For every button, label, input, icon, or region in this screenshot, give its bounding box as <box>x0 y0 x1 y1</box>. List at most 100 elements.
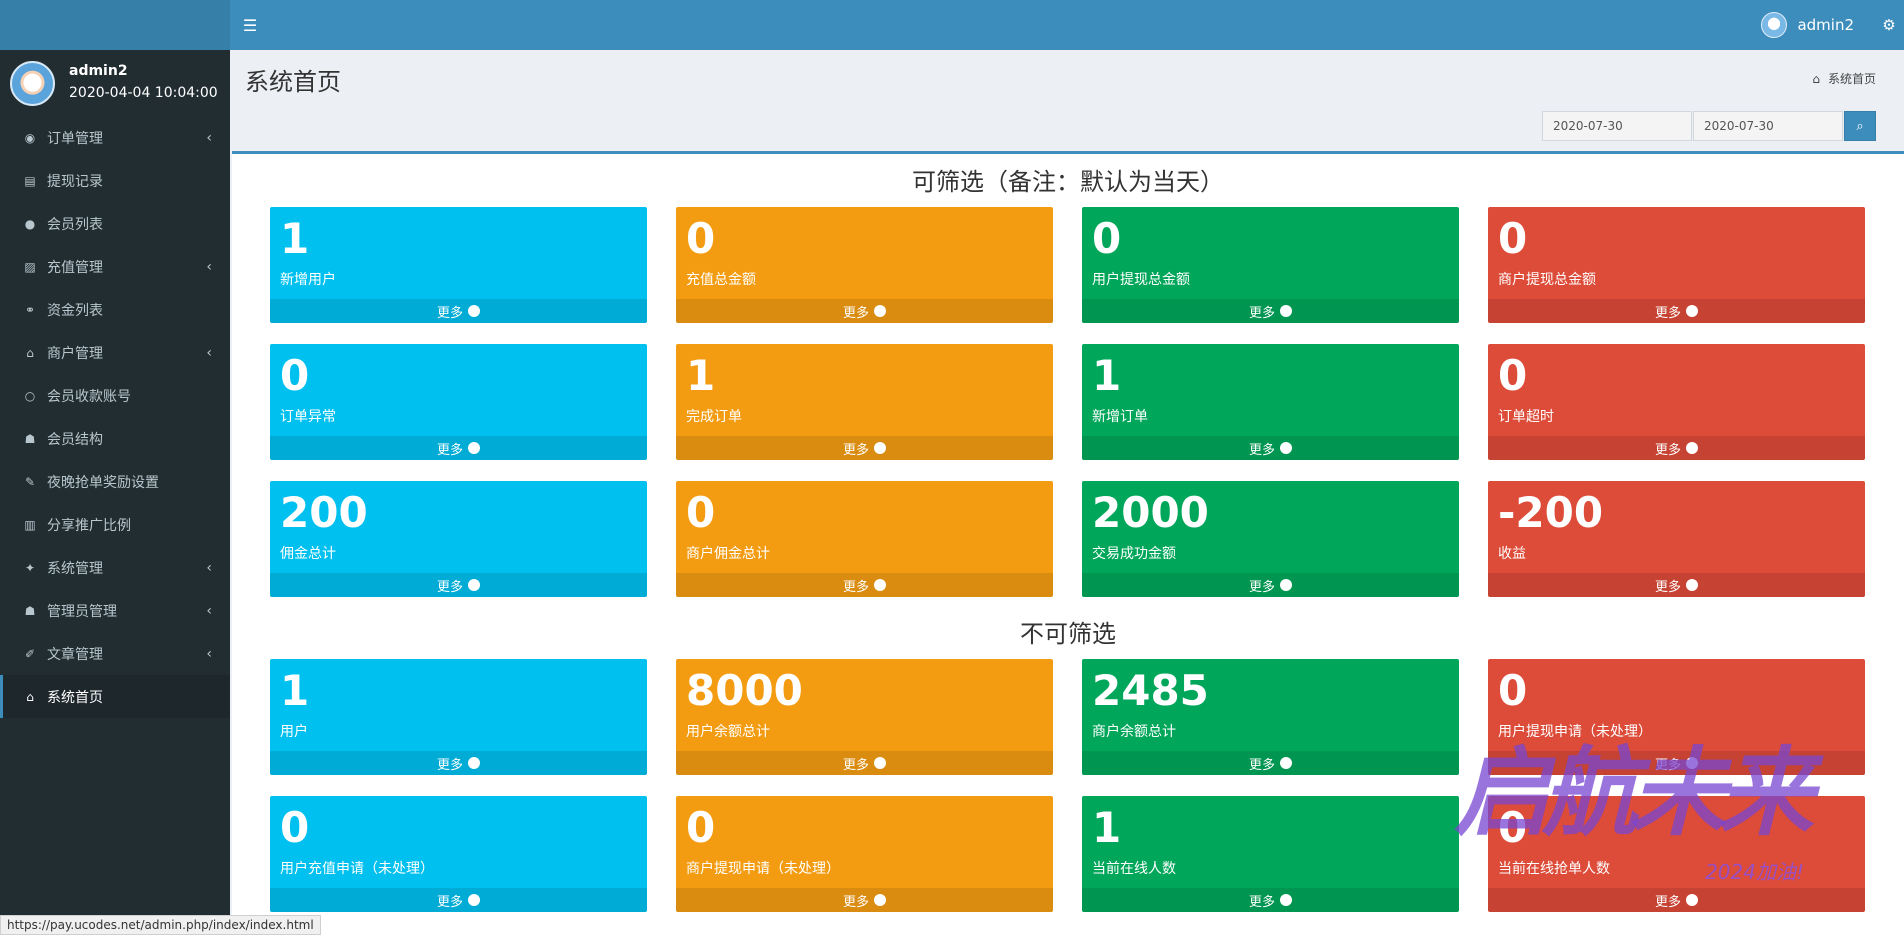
sidebar-item-7[interactable]: ☗ 会员结构 <box>0 417 230 460</box>
stat-box: 1 新增用户 更多 › <box>270 207 647 323</box>
sidebar-item-label: 商户管理 <box>47 345 103 362</box>
menu-item-icon: ● <box>24 216 36 231</box>
arrow-circle-right-icon: › <box>1280 442 1292 454</box>
stat-value: 0 <box>686 488 716 537</box>
sidebar-item-11[interactable]: ☗ 管理员管理 ‹ <box>0 589 230 632</box>
start-date-input[interactable] <box>1542 111 1692 141</box>
more-link[interactable]: 更多 › <box>270 888 647 912</box>
menu-item-icon: ◉ <box>24 130 36 145</box>
search-button[interactable]: ⌕ <box>1844 111 1876 141</box>
sidebar-item-5[interactable]: ⌂ 商户管理 ‹ <box>0 331 230 374</box>
menu-item-icon: ☗ <box>24 603 36 618</box>
sidebar-item-1[interactable]: ▤ 提现记录 <box>0 159 230 202</box>
arrow-circle-right-icon: › <box>468 894 480 906</box>
sidebar-toggle-icon[interactable]: ☰ <box>230 0 270 50</box>
more-link[interactable]: 更多 › <box>270 299 647 323</box>
user-avatar-icon <box>1761 12 1788 38</box>
stat-value: 2485 <box>1092 666 1209 715</box>
sidebar-item-label: 会员收款账号 <box>47 388 131 405</box>
stat-label: 交易成功金额 <box>1092 546 1176 562</box>
menu-item-icon: ✐ <box>24 646 36 661</box>
menu-item-icon: ⌂ <box>26 345 34 360</box>
stat-value: 0 <box>686 214 716 263</box>
sidebar-item-13[interactable]: ⌂ 系统首页 <box>0 675 230 718</box>
more-link[interactable]: 更多 › <box>676 888 1053 912</box>
top-navbar: ☰ admin2 ⚙ <box>230 0 1904 50</box>
chevron-left-icon: ‹ <box>206 559 212 576</box>
more-link[interactable]: 更多 › <box>1488 436 1865 460</box>
more-label: 更多 <box>842 305 869 321</box>
more-label: 更多 <box>1248 757 1275 773</box>
arrow-circle-right-icon: › <box>874 442 886 454</box>
home-icon[interactable]: ⌂ <box>1812 72 1820 86</box>
more-link[interactable]: 更多 › <box>270 573 647 597</box>
stats-grid-filterable: 1 新增用户 更多 › 0 充值总金额 更多 › 0 用户提现总金额 更多 › 0 商户提现总金额 更多 › 0… <box>270 207 1865 597</box>
stat-box: 1 完成订单更多 › <box>676 344 1053 460</box>
sidebar-item-label: 夜晚抢单奖励设置 <box>47 474 159 491</box>
stat-box: 0 商户提现总金额 更多 › <box>1488 207 1865 323</box>
arrow-circle-right-icon: › <box>468 305 480 317</box>
more-link[interactable]: 更多 › <box>1488 573 1865 597</box>
more-link[interactable]: 更多 › <box>270 436 647 460</box>
stat-box: 0 用户提现申请（未处理） 更多 › <box>1488 659 1865 775</box>
breadcrumb-current: 系统首页 <box>1827 72 1876 86</box>
sidebar-item-3[interactable]: ▨ 充值管理 ‹ <box>0 245 230 288</box>
more-link[interactable]: 更多 › <box>676 573 1053 597</box>
stat-box: 0 商户佣金总计更多 › <box>676 481 1053 597</box>
logo-area <box>0 0 230 50</box>
arrow-circle-right-icon: › <box>1686 442 1698 454</box>
more-link[interactable]: 更多 › <box>1488 299 1865 323</box>
stat-value: 0 <box>280 351 310 400</box>
sidebar-item-9[interactable]: ▥ 分享推广比例 <box>0 503 230 546</box>
more-link[interactable]: 更多 › <box>1082 573 1459 597</box>
sidebar-item-label: 提现记录 <box>47 173 103 190</box>
more-link[interactable]: 更多 › <box>1082 436 1459 460</box>
stat-label: 新增订单 <box>1092 409 1148 425</box>
sidebar-item-0[interactable]: ◉ 订单管理 ‹ <box>0 116 230 159</box>
stats-grid-unfilterable: 1 用户 更多 › 8000 用户余额总计 更多 › 2485 商户余额总计 更多 › 0 用户提现申请（… <box>270 659 1865 912</box>
more-link[interactable]: 更多 › <box>1488 888 1865 912</box>
arrow-circle-right-icon: › <box>874 305 886 317</box>
stat-value: 1 <box>686 351 716 400</box>
end-date-input[interactable] <box>1693 111 1843 141</box>
stat-label: 收益 <box>1498 546 1526 562</box>
more-link[interactable]: 更多 › <box>270 751 647 775</box>
menu-item-icon: ▨ <box>24 259 36 274</box>
more-link[interactable]: 更多 › <box>1488 751 1865 775</box>
gears-icon[interactable]: ⚙ <box>1874 0 1904 50</box>
stat-label: 完成订单 <box>686 409 742 425</box>
more-link[interactable]: 更多 › <box>676 299 1053 323</box>
sidebar-item-label: 充值管理 <box>47 259 103 276</box>
more-link[interactable]: 更多 › <box>676 436 1053 460</box>
search-icon: ⌕ <box>1856 118 1864 134</box>
stat-label: 用户提现申请（未处理） <box>1498 724 1652 740</box>
sidebar-item-label: 会员结构 <box>47 431 103 448</box>
stat-box: 0 用户提现总金额 更多 › <box>1082 207 1459 323</box>
user-menu[interactable]: admin2 <box>1741 0 1874 50</box>
arrow-circle-right-icon: › <box>468 442 480 454</box>
stat-box: 0 充值总金额 更多 › <box>676 207 1053 323</box>
stat-value: -200 <box>1498 488 1604 537</box>
sidebar-item-8[interactable]: ✎ 夜晚抢单奖励设置 <box>0 460 230 503</box>
sidebar-item-label: 资金列表 <box>47 302 103 319</box>
more-label: 更多 <box>1654 894 1681 910</box>
sidebar-item-4[interactable]: ⚭ 资金列表 <box>0 288 230 331</box>
more-label: 更多 <box>436 305 463 321</box>
stat-label: 用户提现总金额 <box>1092 272 1190 288</box>
navbar-right: admin2 ⚙ <box>1741 0 1904 50</box>
main-box: 可筛选（备注：默认为当天） 1 新增用户 更多 › 0 充值总金额 更多 › 0 用户提现总金额更… <box>232 151 1904 935</box>
arrow-circle-right-icon: › <box>1686 757 1698 769</box>
stat-box: 0 订单超时 更多 › <box>1488 344 1865 460</box>
sidebar-item-10[interactable]: ✦ 系统管理 ‹ <box>0 546 230 589</box>
sidebar-item-12[interactable]: ✐ 文章管理 ‹ <box>0 632 230 675</box>
sidebar-login-time: 2020-04-04 10:04:00 <box>69 85 218 101</box>
more-link[interactable]: 更多 › <box>1082 888 1459 912</box>
sidebar-item-6[interactable]: ○ 会员收款账号 <box>0 374 230 417</box>
more-link[interactable]: 更多 › <box>1082 299 1459 323</box>
menu-item-icon: ✎ <box>24 474 36 489</box>
sidebar-item-2[interactable]: ● 会员列表 <box>0 202 230 245</box>
more-link[interactable]: 更多 › <box>1082 751 1459 775</box>
stat-label: 商户佣金总计 <box>686 546 770 562</box>
stat-label: 用户余额总计 <box>686 724 770 740</box>
more-link[interactable]: 更多 › <box>676 751 1053 775</box>
